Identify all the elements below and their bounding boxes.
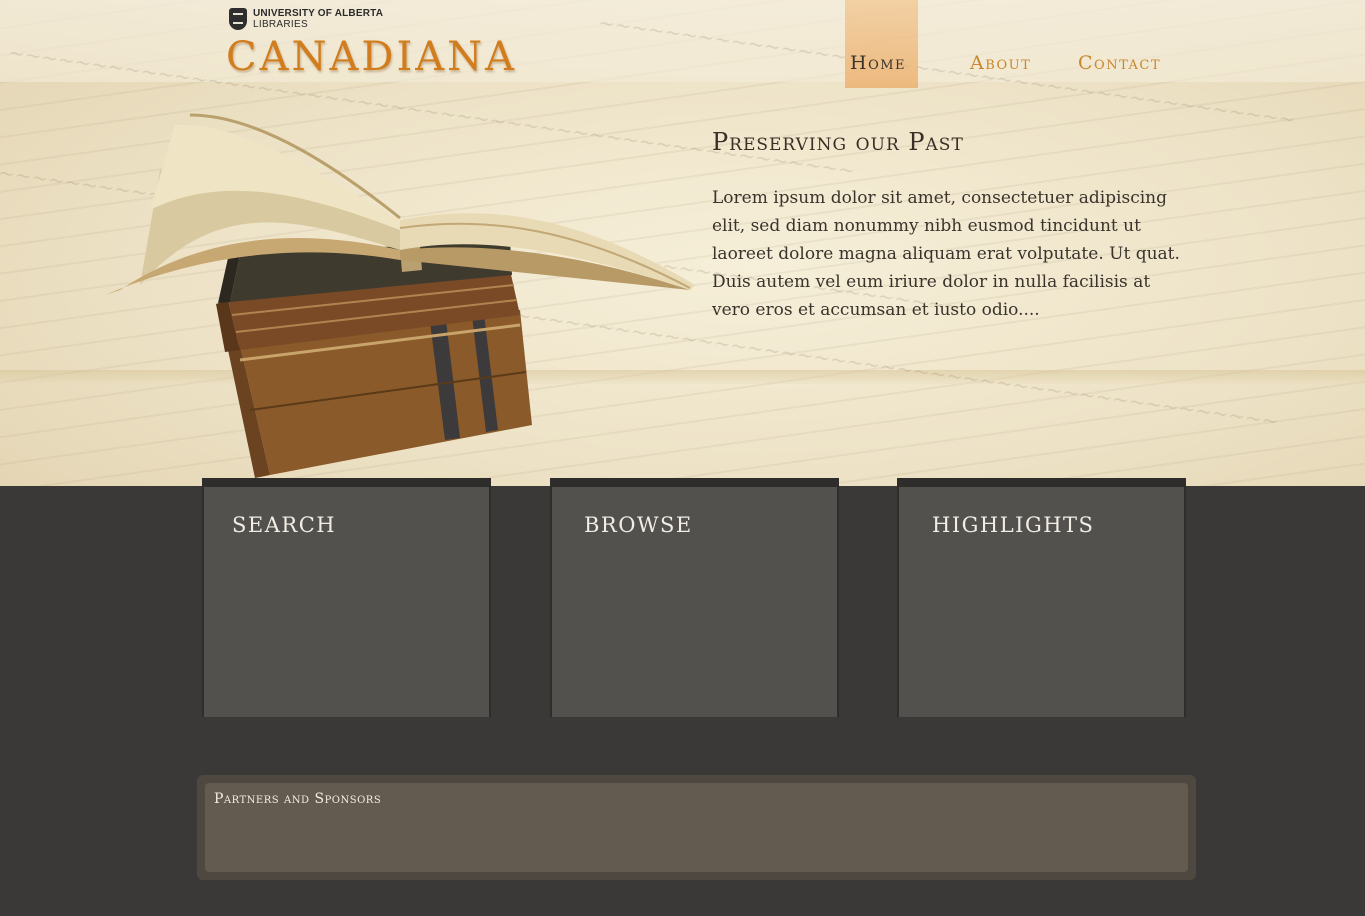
search-panel-title: SEARCH <box>232 513 337 537</box>
nav-item-home[interactable]: Home <box>850 52 906 74</box>
partners-body: Partners and Sponsors <box>205 783 1188 872</box>
shield-icon <box>229 8 247 30</box>
intro-paragraph: Lorem ipsum dolor sit amet, consectetuer… <box>712 188 1180 320</box>
search-panel-body: SEARCH <box>204 487 489 717</box>
hero-banner: ~~~~~~~~~~~~~~~~~~~~~~~~~~~~~~~~~~~~~~~~… <box>0 0 1365 486</box>
institution-subname: LIBRARIES <box>253 19 308 30</box>
highlights-panel-title: HIGHLIGHTS <box>932 513 1095 537</box>
nav-item-about[interactable]: About <box>970 52 1031 74</box>
stacked-books-illustration <box>105 113 695 478</box>
browse-panel-body: BROWSE <box>552 487 837 717</box>
browse-panel[interactable]: BROWSE <box>550 478 839 717</box>
main-nav: Home About Contact <box>0 0 1365 90</box>
highlights-panel[interactable]: HIGHLIGHTS <box>897 478 1186 717</box>
intro-heading: Preserving our Past <box>712 128 964 156</box>
site-title[interactable]: CANADIANA <box>226 34 517 80</box>
highlights-panel-body: HIGHLIGHTS <box>899 487 1184 717</box>
institution-name: UNIVERSITY OF ALBERTA <box>253 8 384 19</box>
nav-active-highlight <box>845 0 918 88</box>
search-panel[interactable]: SEARCH <box>202 478 491 717</box>
partners-title: Partners and Sponsors <box>214 791 382 807</box>
institution-logo[interactable]: UNIVERSITY OF ALBERTA LIBRARIES <box>229 8 383 30</box>
browse-panel-title: BROWSE <box>584 513 693 537</box>
partners-section: Partners and Sponsors <box>197 775 1196 880</box>
nav-item-contact[interactable]: Contact <box>1078 52 1161 74</box>
